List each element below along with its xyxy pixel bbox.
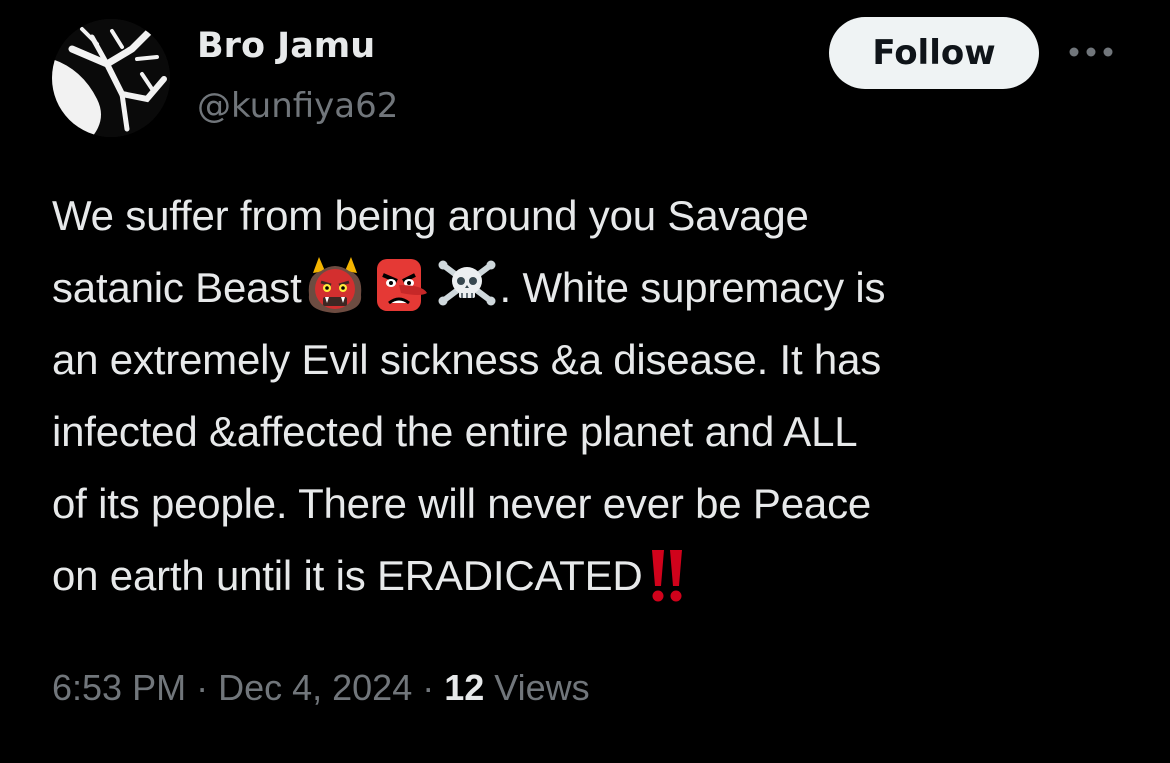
tweet-date[interactable]: Dec 4, 2024 — [218, 667, 412, 708]
meta-separator: · — [412, 667, 445, 708]
tweet-text-segment: on earth until it is ERADICATED — [52, 552, 643, 599]
ogre-emoji — [305, 255, 365, 315]
skull-crossbones-emoji — [437, 255, 497, 315]
more-dots-icon — [1069, 47, 1113, 57]
tweet-text-line: infected &affected the entire planet and… — [52, 408, 858, 455]
author-handle[interactable]: @kunfiya62 — [197, 82, 398, 130]
meta-separator: · — [186, 667, 219, 708]
tweet-time[interactable]: 6:53 PM — [52, 667, 186, 708]
goblin-emoji — [371, 255, 431, 315]
tweet-card: Bro Jamu @kunfiya62 Follow We suffer fro… — [0, 0, 1170, 763]
more-options-button[interactable] — [1066, 32, 1116, 72]
tweet-text-line: We suffer from being around you Savage — [52, 192, 809, 239]
double-exclamation-emoji — [643, 546, 691, 604]
tweet-text-segment: . White supremacy is — [499, 264, 886, 311]
views-label: Views — [484, 667, 590, 708]
avatar-image — [52, 19, 170, 137]
avatar[interactable] — [52, 19, 170, 137]
author-display-name[interactable]: Bro Jamu — [197, 22, 375, 70]
tweet-text-line: satanic Beast . White supremacy is — [52, 252, 1132, 324]
follow-button[interactable]: Follow — [829, 17, 1039, 89]
tweet-metadata: 6:53 PM · Dec 4, 2024 · 12 Views — [52, 660, 590, 716]
tweet-text-line: an extremely Evil sickness &a disease. I… — [52, 336, 882, 383]
tweet-text: We suffer from being around you Savage s… — [52, 180, 1132, 612]
tweet-text-line: of its people. There will never ever be … — [52, 480, 872, 527]
views-count: 12 — [444, 667, 485, 708]
tweet-text-line: on earth until it is ERADICATED — [52, 540, 1132, 612]
tweet-text-segment: satanic Beast — [52, 264, 302, 311]
